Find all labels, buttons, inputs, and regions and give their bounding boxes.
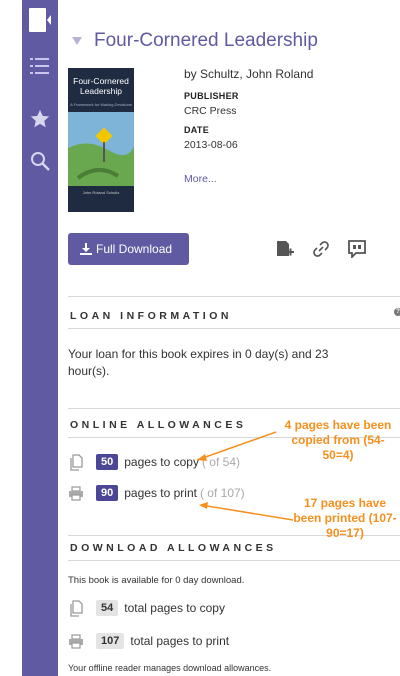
annotation-printed: 17 pages have been printed (107-90=17) <box>293 496 397 540</box>
annotation-arrows <box>196 431 294 521</box>
annotation-copied: 4 pages have been copied from (54-50=4) <box>284 418 392 462</box>
